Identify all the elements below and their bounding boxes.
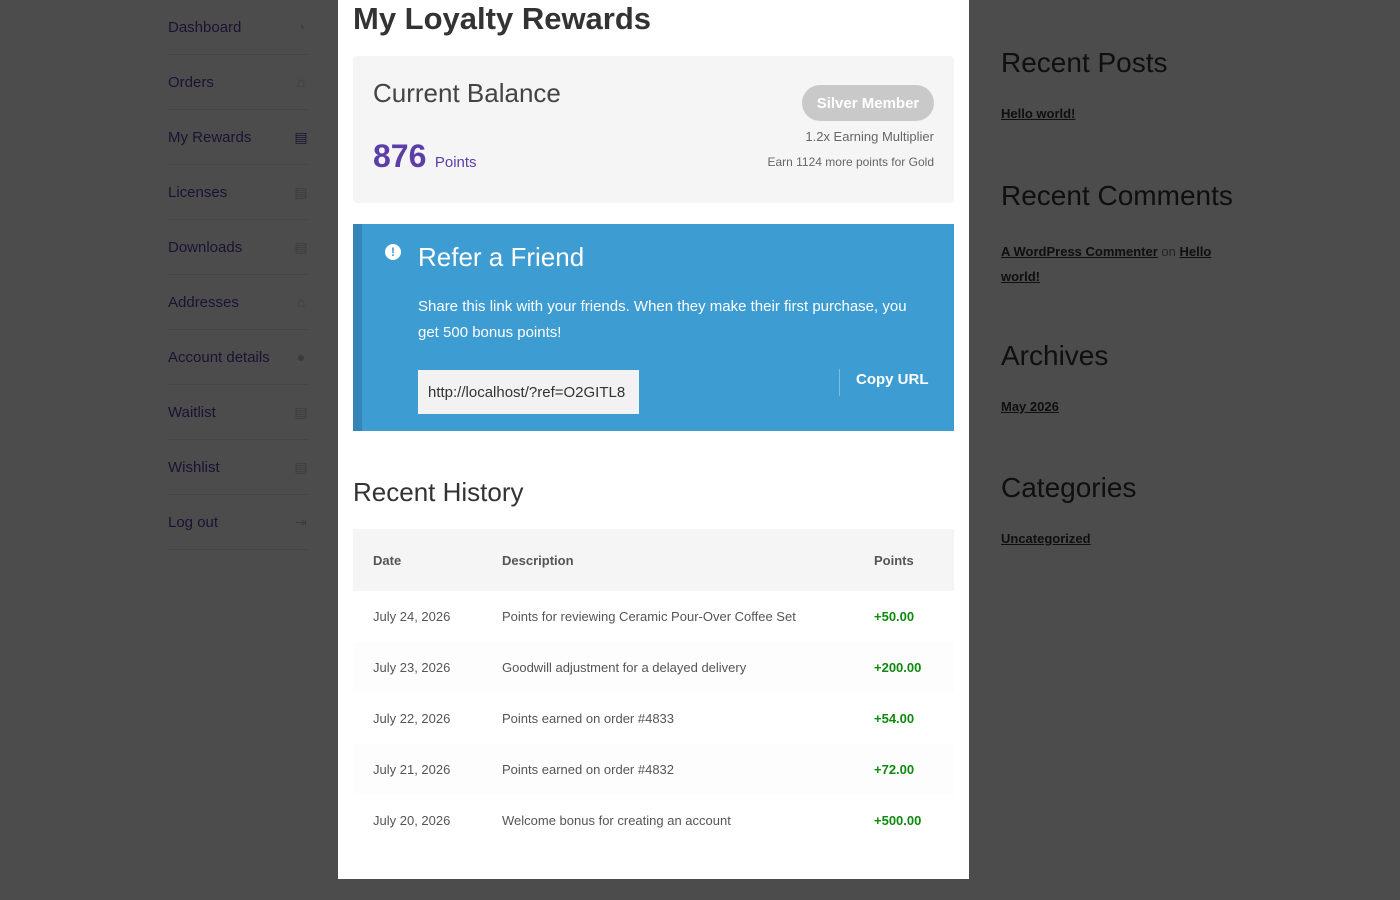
category-link[interactable]: Uncategorized [1001,531,1091,546]
nav-item-label: Orders [168,73,214,91]
recent-comment-item: A WordPress Commenter on Hello world! [1001,239,1226,289]
nav-item-label: Log out [168,513,219,531]
history-points-cell: +72.00 [854,744,954,795]
history-table: Date Description Points July 24, 2026 Poi… [353,529,954,846]
next-tier-progress: Earn 1124 more points for Gold [767,155,934,169]
nav-item-log-out[interactable]: Log out ⇥ [168,495,308,550]
history-description-cell: Points earned on order #4832 [482,744,854,795]
refer-description: Share this link with your friends. When … [418,298,907,341]
nav-item-my-rewards[interactable]: My Rewards ▤ [168,110,308,165]
history-date-cell: July 24, 2026 [353,591,482,642]
history-description-cell: Welcome bonus for creating an account [482,795,854,846]
balance-title: Current Balance [373,78,561,108]
nav-item-label: Addresses [168,293,239,311]
history-description-cell: Goodwill adjustment for a delayed delive… [482,642,854,693]
column-header-points: Points [854,529,954,591]
history-date-cell: July 21, 2026 [353,744,482,795]
recent-comments-widget: Recent Comments A WordPress Commenter on… [1001,179,1241,284]
history-points-cell: +500.00 [854,795,954,846]
history-date-cell: July 20, 2026 [353,795,482,846]
file-download-icon: ▤ [294,238,308,255]
sign-out-icon: ⇥ [295,513,307,530]
table-row: July 22, 2026 Points earned on order #483… [353,693,954,744]
divider [839,369,840,396]
nav-item-orders[interactable]: Orders ⌂ [168,55,308,110]
nav-item-label: Downloads [168,238,243,256]
rewards-modal: My Loyalty Rewards Current Balance 876 P… [338,0,969,879]
history-points-cell: +200.00 [854,642,954,693]
archives-title: Archives [1001,340,1109,371]
tier-badge: Silver Member [802,85,934,121]
history-description-cell: Points for reviewing Ceramic Pour-Over C… [482,591,854,642]
categories-widget: Categories Uncategorized [1001,471,1137,546]
nav-item-dashboard[interactable]: Dashboard ◔ [168,0,308,55]
comment-author-link[interactable]: A WordPress Commenter [1001,244,1158,259]
nav-item-label: Licenses [168,183,228,201]
nav-item-label: Account details [168,348,270,366]
earning-multiplier: 1.2x Earning Multiplier [805,129,934,144]
nav-item-label: Wishlist [168,458,220,476]
history-title: Recent History [353,477,524,507]
recent-comments-title: Recent Comments [1001,180,1233,211]
account-navigation: Dashboard ◔ Orders ⌂ My Rewards ▤ Licenses ▤ Dow… [168,0,308,550]
info-icon: ! [385,244,401,260]
comment-connector: on [1161,244,1176,259]
recent-post-link[interactable]: Hello world! [1001,106,1075,121]
points-value: 876 [373,138,427,174]
dashboard-icon: ◔ [296,19,306,35]
file-icon: ▤ [294,403,308,420]
nav-item-licenses[interactable]: Licenses ▤ [168,165,308,220]
copy-url-button[interactable]: Copy URL [856,371,929,388]
nav-item-label: Waitlist [168,403,216,421]
archive-link[interactable]: May 2026 [1001,399,1059,414]
refer-title: Refer a Friend [418,242,585,272]
refer-a-friend-notice: ! Refer a Friend Share this link with yo… [353,224,954,431]
home-icon: ⌂ [296,294,306,310]
balance-card: Current Balance 876 Points Silver Member… [353,56,954,203]
nav-item-addresses[interactable]: Addresses ⌂ [168,275,308,330]
history-points-cell: +54.00 [854,693,954,744]
nav-item-label: Dashboard [168,18,242,36]
history-date-cell: July 23, 2026 [353,642,482,693]
categories-title: Categories [1001,472,1137,503]
nav-item-wishlist[interactable]: Wishlist ▤ [168,440,308,495]
table-header-row: Date Description Points [353,529,954,591]
history-description-cell: Points earned on order #4833 [482,693,854,744]
nav-item-account-details[interactable]: Account details ● [168,330,308,385]
basket-icon: ⌂ [296,74,306,90]
nav-item-label: My Rewards [168,128,252,146]
page-title: My Loyalty Rewards [353,1,652,36]
points-unit: Points [434,154,477,171]
points-balance: 876 Points [373,138,477,175]
document-icon: ▤ [294,128,308,145]
referral-url-input[interactable] [418,370,639,414]
user-icon: ● [296,349,306,365]
table-row: July 20, 2026 Welcome bonus for creating … [353,795,954,846]
file-icon: ▤ [294,458,308,475]
nav-item-waitlist[interactable]: Waitlist ▤ [168,385,308,440]
history-points-cell: +50.00 [854,591,954,642]
nav-item-downloads[interactable]: Downloads ▤ [168,220,308,275]
table-row: July 21, 2026 Points earned on order #483… [353,744,954,795]
table-row: July 23, 2026 Goodwill adjustment for a d… [353,642,954,693]
file-icon: ▤ [294,183,308,200]
archives-widget: Archives May 2026 [1001,339,1109,414]
recent-posts-widget: Recent Posts Hello world! [1001,46,1168,121]
recent-posts-title: Recent Posts [1001,47,1168,78]
column-header-date: Date [353,529,482,591]
column-header-description: Description [482,529,854,591]
history-date-cell: July 22, 2026 [353,693,482,744]
table-row: July 24, 2026 Points for reviewing Cerami… [353,591,954,642]
